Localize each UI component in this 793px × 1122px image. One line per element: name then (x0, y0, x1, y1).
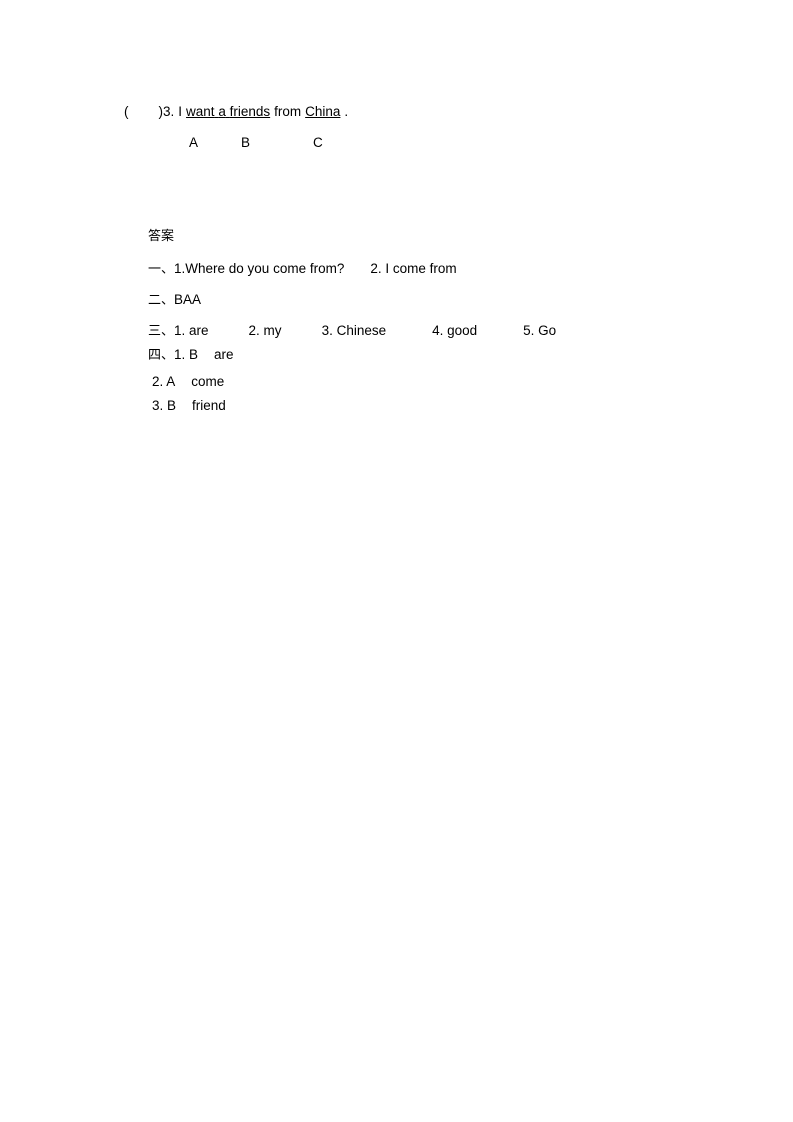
underlined-word-friends: friends (229, 104, 271, 119)
answer-row-4: 四、1. B are (148, 346, 234, 365)
answer-row-2-item-1: BAA (174, 292, 202, 307)
answer-row-1-label: 一、 (148, 262, 175, 277)
answer-row-5-item-2: come (191, 374, 225, 389)
answer-row-2: 二、BAA (148, 291, 201, 310)
answer-row-3: 三、1. are 2. my 3. Chinese 4. good 5. Go (148, 322, 556, 341)
answer-row-3-label: 三、 (148, 324, 175, 339)
answer-row-3-item-2: 2. my (248, 323, 282, 338)
underlined-word-want: want (186, 104, 215, 119)
answer-row-4-item-2: are (214, 347, 234, 362)
question-number: )3. (158, 104, 175, 119)
option-c: C (313, 135, 323, 150)
question-paren-open: ( (124, 104, 129, 119)
answers-heading: 答案 (148, 229, 175, 244)
answer-row-2-label: 二、 (148, 293, 175, 308)
option-b: B (241, 135, 251, 150)
answer-row-1-item-1: 1.Where do you come from? (174, 261, 345, 276)
answer-row-4-label: 四、 (148, 348, 175, 363)
answer-row-6-item-2: friend (192, 398, 226, 413)
question-3-line: ( )3. Iwant a friends from China. (124, 103, 348, 121)
answer-row-3-item-5: 5. Go (523, 323, 557, 338)
answer-row-3-item-1: 1. are (174, 323, 209, 338)
question-period: . (344, 104, 349, 119)
answer-row-3-item-3: 3. Chinese (321, 323, 387, 338)
question-3-options: A B C (124, 134, 353, 152)
answer-row-1-item-2: 2. I come from (370, 261, 457, 276)
answer-row-5-item-1: 2. A (152, 374, 176, 389)
answer-row-3-item-4: 4. good (432, 323, 478, 338)
answer-row-1: 一、1.Where do you come from? 2. I come fro… (148, 260, 457, 279)
underlined-word-a: a (218, 104, 226, 119)
answer-row-6: 3. B friend (152, 397, 226, 415)
document-page: ()3. Iwant a friends from China. ABC 答案 一、1… (0, 0, 793, 1122)
answer-row-4-item-1: 1. B (174, 347, 199, 362)
question-word-from: from (274, 104, 302, 119)
answer-row-6-item-1: 3. B (152, 398, 177, 413)
underlined-word-china: China (305, 104, 341, 119)
option-a: A (189, 135, 199, 150)
answer-row-5: 2. A come (152, 373, 224, 391)
question-text-before: I (178, 104, 183, 119)
